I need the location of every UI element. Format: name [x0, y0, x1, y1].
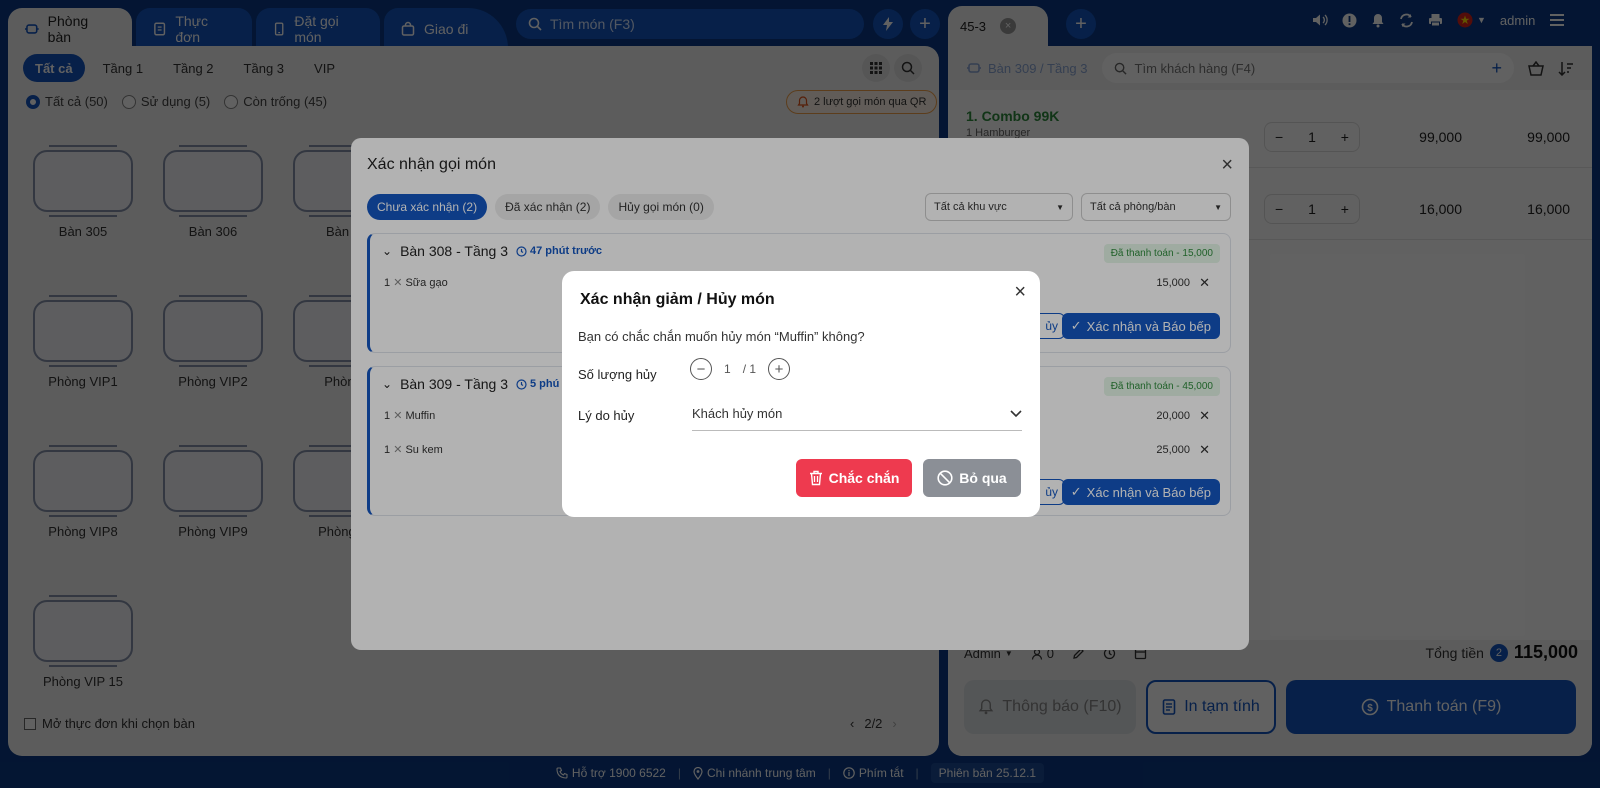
cancel-qty-max: / 1: [742, 362, 757, 376]
close-icon[interactable]: ×: [1014, 281, 1026, 304]
trash-icon: [809, 470, 822, 486]
dialog-question: Bạn có chắc chắn muốn hủy món “Muffin” k…: [578, 329, 865, 344]
plus-icon[interactable]: +: [768, 358, 791, 380]
reason-label: Lý do hủy: [578, 408, 635, 423]
reason-select[interactable]: Khách hủy món: [692, 397, 1022, 431]
minus-icon[interactable]: −: [690, 358, 712, 380]
qty-label: Số lượng hủy: [578, 367, 657, 382]
chevron-down-icon: [1010, 409, 1022, 417]
skip-button[interactable]: Bỏ qua: [923, 459, 1021, 497]
cancel-qty-stepper[interactable]: − 1 / 1 +: [690, 358, 791, 380]
confirm-cancel-button[interactable]: Chắc chắn: [796, 459, 912, 497]
cancel-qty-value: 1: [724, 362, 731, 376]
dialog-title: Xác nhận giảm / Hủy món: [580, 291, 775, 308]
confirm-cancel-label: Chắc chắn: [828, 470, 900, 486]
cancel-item-dialog: Xác nhận giảm / Hủy món × Bạn có chắc ch…: [562, 271, 1040, 517]
reason-value: Khách hủy món: [692, 406, 783, 421]
ban-icon: [937, 470, 953, 486]
skip-label: Bỏ qua: [959, 470, 1007, 486]
